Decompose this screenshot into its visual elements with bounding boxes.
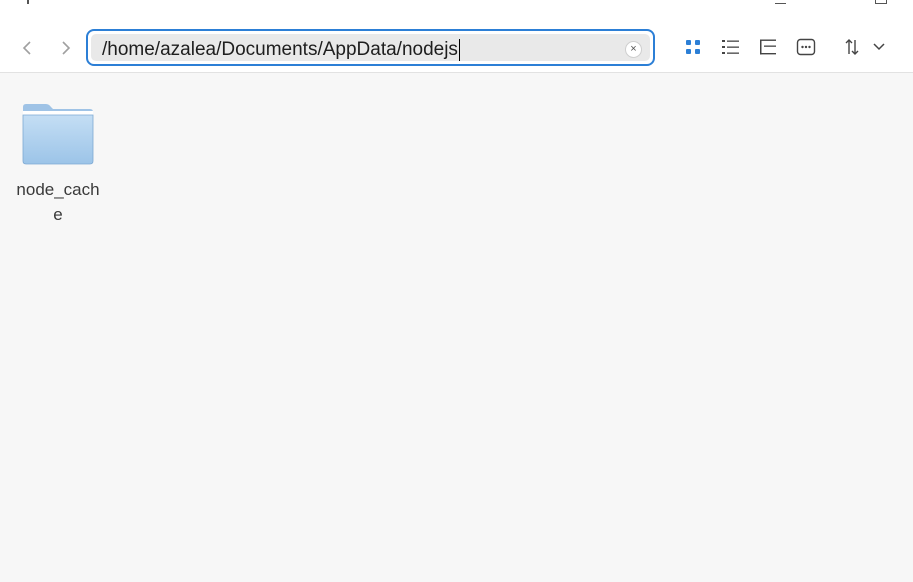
grid-view-icon — [686, 40, 700, 54]
back-button[interactable] — [15, 35, 41, 61]
tree-view-button[interactable] — [757, 36, 779, 58]
address-field[interactable]: /home/azalea/Documents/AppData/nodejs × — [91, 34, 650, 61]
sort-button[interactable] — [842, 36, 890, 58]
list-view-button[interactable] — [720, 36, 742, 58]
chevron-right-icon — [62, 41, 71, 55]
toolbar: /home/azalea/Documents/AppData/nodejs × — [0, 22, 913, 73]
more-options-button[interactable] — [795, 36, 817, 58]
text-caret — [458, 39, 460, 61]
file-name-label: node_cache — [16, 180, 100, 224]
folder-icon — [22, 104, 94, 165]
address-input[interactable]: /home/azalea/Documents/AppData/nodejs — [102, 39, 460, 61]
title-bar — [0, 0, 913, 22]
clear-address-button[interactable]: × — [625, 41, 642, 58]
list-view-icon — [722, 40, 739, 54]
minimize-button[interactable] — [775, 0, 787, 6]
tree-view-icon — [760, 39, 776, 55]
file-view-area[interactable]: node_cache — [0, 73, 913, 582]
address-bar[interactable]: /home/azalea/Documents/AppData/nodejs × — [86, 29, 655, 66]
maximize-button[interactable] — [875, 0, 887, 4]
chevron-left-icon — [22, 41, 31, 55]
sort-icon — [845, 39, 885, 55]
forward-button[interactable] — [52, 35, 78, 61]
address-path-text: /home/azalea/Documents/AppData/nodejs — [102, 39, 458, 60]
more-options-icon — [796, 38, 816, 56]
app-menu-icon[interactable] — [27, 0, 29, 4]
icon-view-button[interactable] — [682, 36, 704, 58]
file-manager-window: /home/azalea/Documents/AppData/nodejs × — [0, 0, 913, 582]
file-item-node-cache[interactable]: node_cache — [12, 101, 104, 227]
